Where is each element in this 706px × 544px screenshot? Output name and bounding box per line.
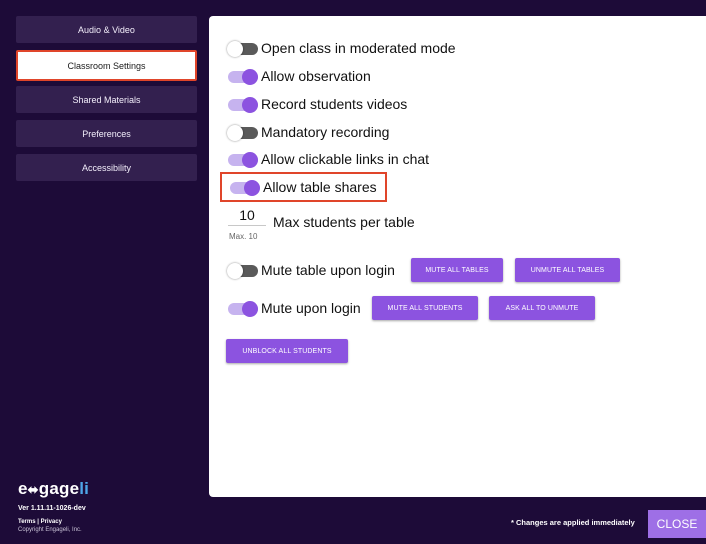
unmute-all-tables-button[interactable]: UNMUTE ALL TABLES [515, 258, 620, 282]
max-students-label: Max students per table [273, 214, 415, 230]
ask-all-unmute-button[interactable]: ASK ALL TO UNMUTE [489, 296, 595, 320]
record-videos-toggle[interactable] [228, 97, 258, 113]
sidebar-item-accessibility[interactable]: Accessibility [16, 154, 197, 181]
close-button[interactable]: CLOSE [648, 510, 706, 538]
setting-label: Allow clickable links in chat [261, 151, 430, 167]
max-students-input[interactable]: 10 [228, 207, 266, 226]
settings-sidebar: Audio & Video Classroom Settings Shared … [0, 0, 209, 544]
sidebar-item-audio-video[interactable]: Audio & Video [16, 16, 197, 43]
setting-label: Mandatory recording [261, 124, 390, 140]
unblock-all-students-button[interactable]: UNBLOCK ALL STUDENTS [226, 339, 348, 363]
copyright-text: Copyright Engageli, Inc. [18, 527, 82, 533]
sidebar-item-preferences[interactable]: Preferences [16, 120, 197, 147]
clickable-links-toggle[interactable] [228, 152, 258, 168]
setting-row-mute-login: Mute upon login [228, 298, 361, 318]
mandatory-recording-toggle[interactable] [227, 125, 258, 141]
setting-label: Allow observation [261, 68, 371, 84]
setting-label: Open class in moderated mode [261, 40, 456, 56]
terms-privacy-link[interactable]: Terms | Privacy [18, 519, 62, 525]
moderated-mode-toggle[interactable] [227, 41, 258, 57]
settings-panel: Open class in moderated mode Allow obser… [209, 16, 706, 497]
mute-table-toggle[interactable] [227, 263, 258, 279]
setting-row-mandatory-recording: Mandatory recording [227, 122, 390, 142]
setting-row-record-videos: Record students videos [228, 94, 407, 114]
mute-all-students-button[interactable]: MUTE ALL STUDENTS [372, 296, 478, 320]
setting-row-table-shares: Allow table shares [220, 172, 387, 202]
sidebar-item-classroom-settings[interactable]: Classroom Settings [16, 50, 197, 81]
mute-login-toggle[interactable] [228, 301, 258, 317]
version-label: Ver 1.11.11-1026-dev [18, 505, 86, 512]
setting-row-mute-table: Mute table upon login [227, 260, 395, 280]
max-students-hint: Max. 10 [229, 232, 258, 241]
mute-all-tables-button[interactable]: MUTE ALL TABLES [411, 258, 503, 282]
allow-observation-toggle[interactable] [228, 69, 258, 85]
setting-label: Mute table upon login [261, 262, 395, 278]
setting-row-clickable-links: Allow clickable links in chat [228, 149, 429, 169]
table-shares-toggle[interactable] [230, 180, 260, 196]
setting-label: Mute upon login [261, 300, 361, 316]
setting-label: Record students videos [261, 96, 408, 112]
engageli-logo: e⬌gageli [18, 479, 90, 498]
setting-row-allow-observation: Allow observation [228, 66, 371, 86]
setting-row-moderated-mode: Open class in moderated mode [227, 38, 456, 58]
sidebar-item-shared-materials[interactable]: Shared Materials [16, 86, 197, 113]
setting-label: Allow table shares [263, 179, 377, 195]
changes-note: * Changes are applied immediately [511, 518, 635, 527]
